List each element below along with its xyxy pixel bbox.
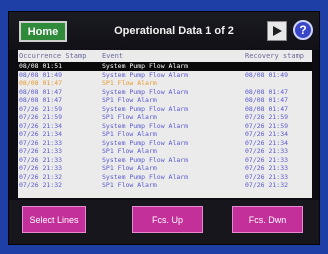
select-lines-button[interactable]: Select Lines	[22, 206, 86, 233]
column-header-event: Event	[102, 52, 124, 60]
table-row[interactable]: 08/08 01:49 System Pump Flow Alarm 08/08 0…	[18, 71, 312, 80]
table-row[interactable]: 07/26 21:33 System Pump Flow Alarm 07/26 2…	[18, 156, 312, 165]
event-cell: SP1 Flow Alarm	[102, 164, 157, 172]
table-row[interactable]: 07/26 21:34 System Pump Flow Alarm 07/26 2…	[18, 122, 312, 131]
play-icon	[273, 26, 282, 36]
next-page-button[interactable]	[267, 21, 287, 41]
table-row[interactable]: 08/08 01:51 System Pump Flow Alarm	[18, 62, 312, 71]
hmi-screen: Home Operational Data 1 of 2 ? Occurrenc…	[8, 11, 320, 245]
help-button[interactable]: ?	[293, 20, 313, 40]
event-cell: SP1 Flow Alarm	[102, 96, 157, 104]
recovery-cell: 07/26 21:34	[245, 130, 289, 138]
recovery-cell: 08/08 01:47	[245, 104, 289, 113]
event-cell: System Pump Flow Alarm	[102, 104, 189, 113]
table-row[interactable]: 07/26 21:59 SP1 Flow Alarm 07/26 21:59	[18, 113, 312, 122]
event-cell: System Pump Flow Alarm	[102, 121, 189, 130]
event-cell: System Pump Flow Alarm	[102, 138, 189, 147]
alarm-log-rows: 08/08 01:51 System Pump Flow Alarm 08/08 0…	[18, 62, 312, 190]
occurrence-cell: 08/08 01:47	[19, 79, 63, 87]
table-header: Occurrence Stamp Event Recovery stamp	[18, 52, 312, 61]
table-row[interactable]: 08/08 01:47 SP1 Flow Alarm 08/08 01:47	[18, 96, 312, 105]
occurrence-cell: 07/26 21:33	[19, 155, 63, 164]
recovery-cell: 07/26 21:32	[245, 181, 289, 189]
recovery-cell: 07/26 21:33	[245, 147, 289, 155]
occurrence-cell: 07/26 21:33	[19, 138, 63, 147]
table-row[interactable]: 08/08 01:47 SP1 Flow Alarm	[18, 79, 312, 88]
table-row[interactable]: 07/26 21:32 System Pump Flow Alarm 07/26 2…	[18, 173, 312, 182]
event-cell: System Pump Flow Alarm	[102, 70, 189, 79]
column-header-occurrence: Occurrence Stamp	[19, 52, 87, 60]
event-cell: System Pump Flow Alarm	[102, 87, 189, 96]
occurrence-cell: 07/26 21:33	[19, 164, 63, 172]
table-row[interactable]: 07/26 21:32 SP1 Flow Alarm 07/26 21:32	[18, 181, 312, 190]
event-cell: SP1 Flow Alarm	[102, 181, 157, 189]
occurrence-cell: 08/08 01:47	[19, 87, 63, 96]
focus-down-button[interactable]: Fcs. Dwn	[232, 206, 303, 233]
occurrence-cell: 08/08 01:51	[19, 62, 63, 70]
occurrence-cell: 07/26 21:59	[19, 104, 63, 113]
focus-up-button[interactable]: Fcs. Up	[132, 206, 203, 233]
occurrence-cell: 07/26 21:32	[19, 172, 63, 181]
home-button[interactable]: Home	[19, 21, 67, 42]
occurrence-cell: 07/26 21:33	[19, 147, 63, 155]
occurrence-cell: 07/26 21:59	[19, 113, 63, 121]
recovery-cell: 07/26 21:59	[245, 113, 289, 121]
occurrence-cell: 07/26 21:34	[19, 130, 63, 138]
table-row[interactable]: 08/08 01:47 System Pump Flow Alarm 08/08 0…	[18, 88, 312, 97]
table-row[interactable]: 07/26 21:33 System Pump Flow Alarm 07/26 2…	[18, 139, 312, 148]
event-cell: SP1 Flow Alarm	[102, 79, 157, 87]
occurrence-cell: 08/08 01:47	[19, 96, 63, 104]
recovery-cell: 07/26 21:33	[245, 155, 289, 164]
recovery-cell: 07/26 21:59	[245, 121, 289, 130]
recovery-cell: 07/26 21:33	[245, 172, 289, 181]
page-title: Operational Data 1 of 2	[114, 25, 234, 37]
event-cell: System Pump Flow Alarm	[102, 62, 189, 70]
column-header-recovery: Recovery stamp	[245, 52, 305, 60]
event-cell: System Pump Flow Alarm	[102, 172, 189, 181]
table-row[interactable]: 07/26 21:34 SP1 Flow Alarm 07/26 21:34	[18, 130, 312, 139]
table-row[interactable]: 07/26 21:33 SP1 Flow Alarm 07/26 21:33	[18, 147, 312, 156]
event-cell: System Pump Flow Alarm	[102, 155, 189, 164]
alarm-log-panel: Occurrence Stamp Event Recovery stamp 08…	[18, 50, 312, 198]
occurrence-cell: 07/26 21:34	[19, 121, 63, 130]
recovery-cell: 07/26 21:33	[245, 164, 289, 172]
recovery-cell: 08/08 01:49	[245, 70, 289, 79]
event-cell: SP1 Flow Alarm	[102, 147, 157, 155]
recovery-cell: 08/08 01:47	[245, 96, 289, 104]
recovery-cell: 08/08 01:47	[245, 87, 289, 96]
recovery-cell: 07/26 21:34	[245, 138, 289, 147]
table-row[interactable]: 07/26 21:33 SP1 Flow Alarm 07/26 21:33	[18, 164, 312, 173]
event-cell: SP1 Flow Alarm	[102, 130, 157, 138]
event-cell: SP1 Flow Alarm	[102, 113, 157, 121]
occurrence-cell: 08/08 01:49	[19, 70, 63, 79]
occurrence-cell: 07/26 21:32	[19, 181, 63, 189]
table-row[interactable]: 07/26 21:59 System Pump Flow Alarm 08/08 0…	[18, 105, 312, 114]
help-icon: ?	[299, 23, 307, 37]
top-bar: Home Operational Data 1 of 2 ?	[9, 12, 319, 50]
